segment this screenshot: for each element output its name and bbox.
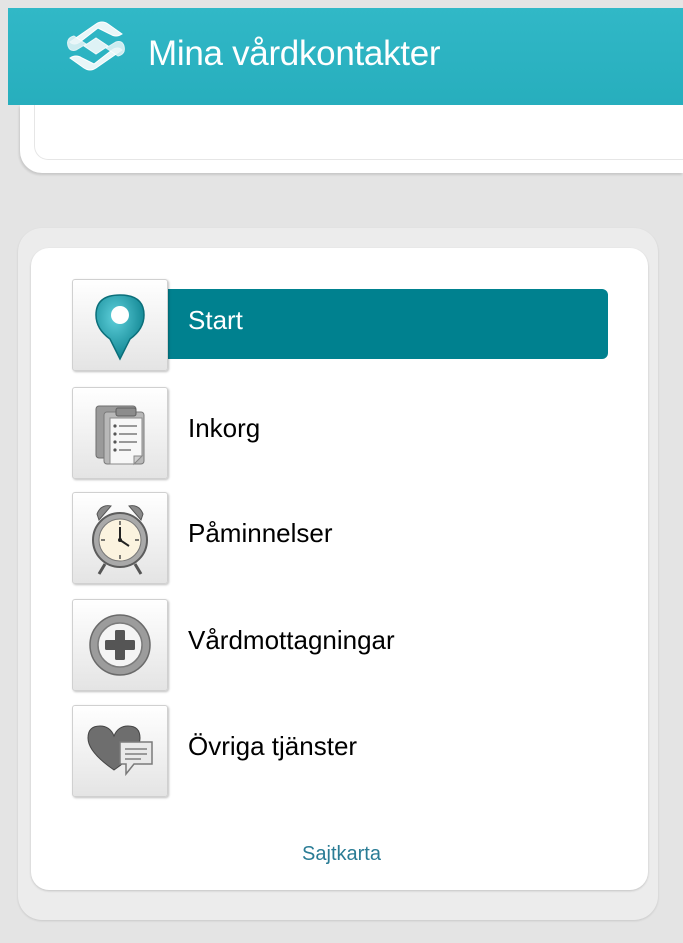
clipboard-icon: [95, 405, 145, 466]
sitemap-link[interactable]: Sajtkarta: [0, 843, 683, 866]
map-pin-icon: [95, 294, 145, 361]
nav-tile-start[interactable]: [72, 279, 168, 371]
nav-item-start[interactable]: Start: [72, 279, 612, 373]
nav-tile-ovriga-tjanster[interactable]: [72, 705, 168, 797]
heart-chat-icon: [87, 725, 153, 777]
medical-cross-icon: [89, 614, 151, 676]
nav-tile-paminnelser[interactable]: [72, 492, 168, 584]
nav-label-inkorg: Inkorg: [188, 413, 261, 443]
app-title: Mina vårdkontakter: [148, 34, 441, 73]
nav-item-vardmottagningar[interactable]: Vårdmottagningar: [72, 599, 612, 693]
header-bar: Mina vårdkontakter: [8, 8, 683, 105]
nav-label-vardmottagningar: Vårdmottagningar: [188, 625, 395, 655]
nav-label-start: Start: [188, 305, 243, 335]
top-panel-inner: [34, 105, 683, 160]
alarm-clock-icon: [92, 505, 148, 575]
nav-tile-vardmottagningar[interactable]: [72, 599, 168, 691]
nav-item-ovriga-tjanster[interactable]: Övriga tjänster: [72, 705, 612, 799]
nav-label-paminnelser: Påminnelser: [188, 518, 333, 548]
sitemap-link-label: Sajtkarta: [302, 843, 381, 865]
logo-icon[interactable]: [56, 16, 136, 76]
nav-item-inkorg[interactable]: Inkorg: [72, 387, 612, 481]
nav-tile-inkorg[interactable]: [72, 387, 168, 479]
nav-item-paminnelser[interactable]: Påminnelser: [72, 492, 612, 586]
nav-label-ovriga-tjanster: Övriga tjänster: [188, 731, 358, 761]
